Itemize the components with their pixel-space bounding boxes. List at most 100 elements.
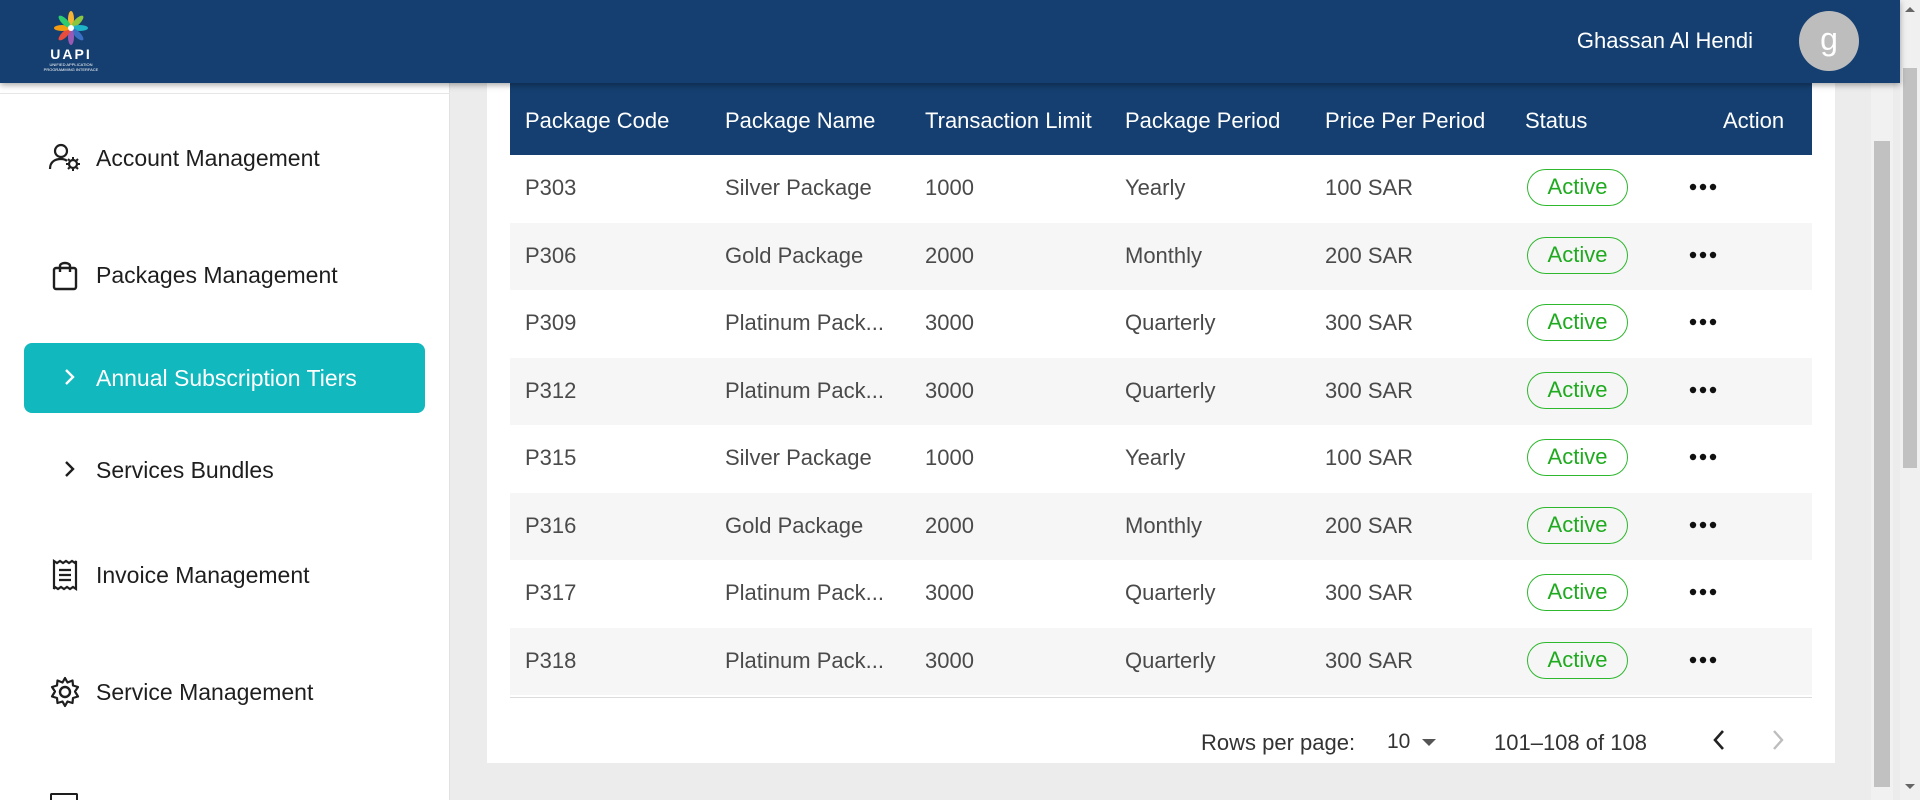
cell-price-per-period: 200 SAR: [1325, 512, 1414, 538]
content-scrollbar[interactable]: [1871, 83, 1893, 800]
cell-package-name: Silver Package: [725, 175, 872, 200]
content-scrollbar-thumb[interactable]: [1874, 141, 1890, 787]
user-name[interactable]: Ghassan Al Hendi: [1577, 28, 1753, 54]
column-header-status[interactable]: Status: [1525, 108, 1587, 134]
cell-package-name: Platinum Pack...: [725, 647, 884, 673]
column-header-transaction-limit[interactable]: Transaction Limit: [925, 108, 1092, 134]
cell-transaction-limit: 1000: [925, 445, 974, 470]
chevron-right-icon[interactable]: [1765, 725, 1791, 755]
logo-subtitle: UNIFIED APPLICATION PROGRAMMING INTERFAC…: [43, 62, 99, 72]
column-header-package-period[interactable]: Package Period: [1125, 108, 1280, 134]
cell-transaction-limit: 3000: [925, 647, 974, 673]
cell-package-name: Gold Package: [725, 242, 864, 268]
status-badge: Active: [1527, 506, 1628, 544]
table-header: Package Code Package Name Transaction Li…: [510, 80, 1812, 155]
cell-price-per-period: 300 SAR: [1325, 377, 1414, 403]
column-header-price-per-period[interactable]: Price Per Period: [1325, 108, 1485, 134]
status-badge: Active: [1527, 169, 1628, 206]
sidebar-item-account-management[interactable]: Account Management: [24, 123, 425, 193]
logo-text: UAPI: [50, 46, 92, 62]
cell-transaction-limit: 3000: [925, 580, 974, 605]
account-settings-icon: [48, 143, 80, 171]
status-badge: Active: [1527, 236, 1628, 274]
logo-flower-icon: [54, 11, 88, 45]
cell-transaction-limit: 2000: [925, 242, 974, 268]
sidebar-item-packages-management[interactable]: Packages Management: [24, 240, 425, 310]
cell-package-name: Platinum Pack...: [725, 377, 884, 403]
cell-price-per-period: 100 SAR: [1325, 175, 1414, 200]
table-bottom-divider: [510, 697, 1812, 698]
more-actions-icon[interactable]: [1688, 515, 1718, 535]
cell-price-per-period: 200 SAR: [1325, 242, 1414, 268]
sidebar-divider: [0, 93, 450, 94]
cell-package-code: P312: [525, 377, 577, 403]
scroll-down-arrow-icon[interactable]: [1904, 783, 1916, 791]
gear-icon: [50, 676, 80, 708]
cell-package-period: Monthly: [1125, 242, 1203, 268]
status-badge: Active: [1527, 641, 1628, 679]
partially-hidden-nav-icon: [50, 793, 78, 800]
status-badge: Active: [1527, 304, 1628, 341]
cell-package-period: Yearly: [1125, 445, 1186, 470]
window-scrollbar[interactable]: [1900, 0, 1920, 800]
cell-price-per-period: 300 SAR: [1325, 580, 1414, 605]
table-row[interactable]: P316 Gold Package 2000 Monthly 200 SAR Active: [510, 492, 1812, 560]
sidebar-item-service-management[interactable]: Service Management: [24, 657, 425, 727]
caret-down-icon[interactable]: [1421, 738, 1437, 748]
status-badge: Active: [1527, 574, 1628, 611]
sidebar-item-services-bundles[interactable]: Services Bundles: [24, 435, 425, 505]
cell-price-per-period: 300 SAR: [1325, 310, 1414, 335]
column-header-package-name[interactable]: Package Name: [725, 108, 875, 134]
cell-package-period: Yearly: [1125, 175, 1186, 200]
more-actions-icon[interactable]: [1688, 312, 1718, 332]
sidebar-item-label: Services Bundles: [96, 457, 274, 483]
sidebar-item-label: Account Management: [96, 145, 320, 171]
app-header: UAPI UNIFIED APPLICATION PROGRAMMING INT…: [0, 0, 1900, 83]
more-actions-icon[interactable]: [1688, 177, 1718, 197]
table-row[interactable]: P315 Silver Package 1000 Yearly 100 SAR Activ…: [510, 425, 1812, 492]
cell-price-per-period: 100 SAR: [1325, 445, 1414, 470]
cell-package-code: P309: [525, 310, 577, 335]
status-badge: Active: [1527, 439, 1628, 476]
cell-package-code: P316: [525, 512, 577, 538]
more-actions-icon[interactable]: [1688, 447, 1718, 467]
table-row[interactable]: P306 Gold Package 2000 Monthly 200 SAR Active: [510, 222, 1812, 290]
more-actions-icon[interactable]: [1688, 582, 1718, 602]
sidebar-item-label: Service Management: [96, 679, 314, 705]
table-row[interactable]: P312 Platinum Pack... 3000 Quarterly 300 SAR…: [510, 357, 1812, 425]
column-header-action: Action: [1723, 108, 1785, 133]
sidebar-item-label: Invoice Management: [96, 562, 310, 588]
cell-package-name: Gold Package: [725, 512, 864, 538]
pagination-range: 101–108 of 108: [1494, 730, 1647, 755]
sidebar-item-label: Packages Management: [96, 262, 338, 288]
column-header-package-code[interactable]: Package Code: [525, 108, 669, 134]
cell-package-period: Quarterly: [1125, 310, 1216, 335]
table-row[interactable]: P309 Platinum Pack... 3000 Quarterly 300 SAR…: [510, 290, 1812, 357]
receipt-icon: [52, 558, 78, 592]
scroll-up-arrow-icon[interactable]: [1904, 5, 1916, 13]
more-actions-icon[interactable]: [1688, 380, 1718, 400]
packages-table-card: Package Code Package Name Transaction Li…: [487, 40, 1835, 763]
chevron-left-icon[interactable]: [1706, 725, 1732, 755]
sidebar-item-invoice-management[interactable]: Invoice Management: [24, 540, 425, 610]
cell-package-name: Platinum Pack...: [725, 580, 884, 605]
cell-price-per-period: 300 SAR: [1325, 647, 1414, 673]
more-actions-icon[interactable]: [1688, 245, 1718, 265]
cell-package-code: P315: [525, 445, 577, 470]
more-actions-icon[interactable]: [1688, 650, 1718, 670]
uapi-logo[interactable]: UAPI UNIFIED APPLICATION PROGRAMMING INT…: [36, 10, 106, 72]
status-badge: Active: [1527, 371, 1628, 409]
sidebar-item-annual-subscription-tiers[interactable]: Annual Subscription Tiers: [24, 343, 425, 413]
table-row[interactable]: P318 Platinum Pack... 3000 Quarterly 300 SAR…: [510, 627, 1812, 695]
avatar[interactable]: g: [1799, 11, 1859, 71]
window-scrollbar-thumb[interactable]: [1903, 68, 1917, 468]
table-row[interactable]: P303 Silver Package 1000 Yearly 100 SAR Activ…: [510, 155, 1812, 222]
shopping-bag-icon: [52, 261, 78, 291]
cell-transaction-limit: 1000: [925, 175, 974, 200]
rows-per-page-select[interactable]: 10: [1387, 730, 1410, 754]
chevron-right-icon: [65, 369, 75, 385]
cell-package-code: P306: [525, 242, 577, 268]
cell-package-code: P303: [525, 175, 577, 200]
table-row[interactable]: P317 Platinum Pack... 3000 Quarterly 300 SAR…: [510, 560, 1812, 627]
cell-package-name: Silver Package: [725, 445, 872, 470]
